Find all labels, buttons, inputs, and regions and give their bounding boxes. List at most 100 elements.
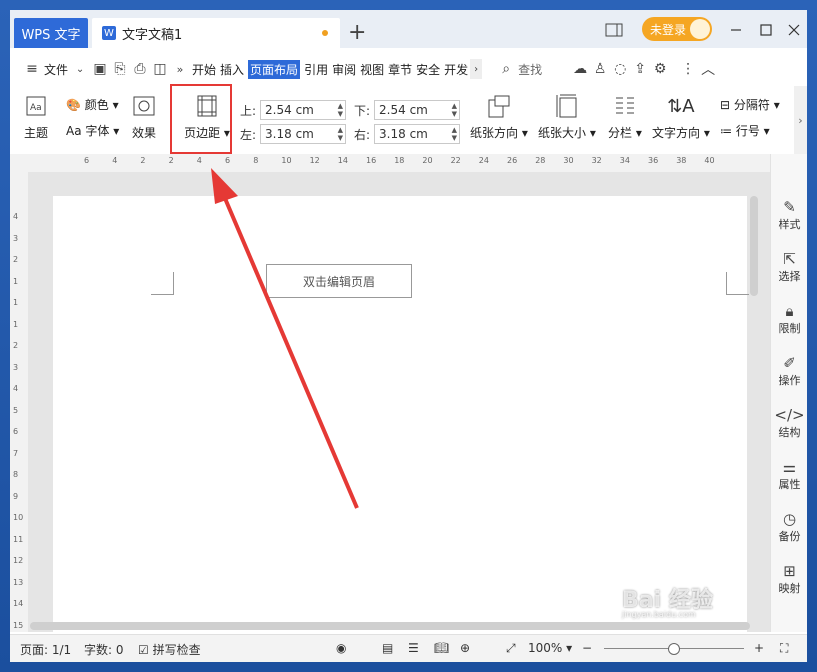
- ruler-tick-label: 40: [704, 156, 715, 165]
- window-switch-icon[interactable]: [602, 20, 626, 40]
- side-restrict-button[interactable]: 🔒︎ 限制: [771, 302, 807, 336]
- margin-left-field[interactable]: 左: 3.18 cm ▲ ▼: [240, 124, 347, 144]
- vertical-scrollbar[interactable]: [750, 196, 758, 296]
- close-icon[interactable]: [784, 20, 804, 40]
- document-page[interactable]: 双击编辑页眉: [53, 196, 749, 636]
- page-size-button[interactable]: 纸张大小 ▾: [538, 94, 596, 141]
- theme-button[interactable]: Aa 主题: [24, 94, 48, 141]
- map-icon: ⊞: [783, 562, 796, 580]
- orientation-button[interactable]: 纸张方向 ▾: [470, 94, 528, 141]
- login-button[interactable]: 未登录: [642, 17, 712, 41]
- scroll-tabs-right-icon[interactable]: ›: [470, 59, 483, 79]
- reading-view-icon[interactable]: 📖︎: [434, 641, 449, 655]
- wps-window: WPS 文字 W 文字文稿1 + 未登录 ≡ 文件 ⌄ ▣ ⎘ ⎙ ◫ » 开始…: [10, 10, 807, 662]
- print-icon[interactable]: ⎙: [130, 59, 150, 79]
- menu-tab-developer[interactable]: 开发: [444, 61, 468, 78]
- page-view-icon[interactable]: ▤: [382, 641, 393, 655]
- chevron-down-icon[interactable]: ⌄: [70, 59, 90, 79]
- horizontal-scrollbar[interactable]: [30, 622, 750, 630]
- margin-bottom-field[interactable]: 下: 2.54 cm ▲ ▼: [354, 100, 461, 120]
- margin-left-value[interactable]: 3.18 cm: [265, 127, 314, 141]
- spinner-icon[interactable]: ▲ ▼: [338, 102, 343, 118]
- zoom-in-button[interactable]: +: [754, 641, 764, 655]
- export-icon[interactable]: ⎘: [110, 59, 130, 79]
- menu-tab-review[interactable]: 审阅: [332, 61, 356, 78]
- side-action-button[interactable]: ✐ 操作: [771, 354, 807, 388]
- eye-icon[interactable]: ◉: [336, 641, 346, 655]
- side-properties-button[interactable]: ⚌ 属性: [771, 458, 807, 492]
- side-panel: ✎ 样式 ⇱ 选择 🔒︎ 限制 ✐ 操作 </> 结构 ⚌ 属性 ◷ 备份 ⊞ 映射: [770, 154, 807, 632]
- new-tab-button[interactable]: +: [348, 22, 366, 44]
- ruler-tick-label: 10: [13, 513, 24, 522]
- spinner-icon[interactable]: ▲ ▼: [452, 126, 457, 142]
- menu-tab-security[interactable]: 安全: [416, 61, 440, 78]
- minimize-icon[interactable]: [726, 20, 746, 40]
- menu-tab-section[interactable]: 章节: [388, 61, 412, 78]
- spinner-icon[interactable]: ▲ ▼: [452, 102, 457, 118]
- spinner-icon[interactable]: ▲ ▼: [338, 126, 343, 142]
- menu-tab-reference[interactable]: 引用: [304, 61, 328, 78]
- menu-tab-layout[interactable]: 页面布局: [248, 59, 301, 79]
- ruler-tick-label: 8: [13, 470, 19, 479]
- web-view-icon[interactable]: ⊕: [460, 641, 470, 655]
- cloud-icon[interactable]: ☁: [570, 59, 590, 79]
- zoom-out-button[interactable]: −: [582, 641, 592, 655]
- tab-wps-home[interactable]: WPS 文字: [14, 18, 88, 48]
- share-user-icon[interactable]: ♙: [590, 59, 610, 79]
- columns-button[interactable]: 分栏 ▾: [608, 94, 642, 141]
- margin-bottom-label: 下:: [354, 103, 371, 118]
- search-label[interactable]: 查找: [518, 61, 542, 78]
- zoom-dropdown[interactable]: 100% ▾: [528, 641, 572, 655]
- margin-top-field[interactable]: 上: 2.54 cm ▲ ▼: [240, 100, 347, 120]
- ruler-tick-label: 18: [394, 156, 405, 165]
- maximize-icon[interactable]: [756, 20, 776, 40]
- side-label: 限制: [778, 322, 801, 335]
- spell-check-toggle[interactable]: ☑ 拼写检查: [138, 641, 201, 658]
- save-icon[interactable]: ▣: [90, 59, 110, 79]
- effect-button[interactable]: 效果: [132, 94, 156, 141]
- header-edit-hint[interactable]: 双击编辑页眉: [266, 264, 412, 298]
- hamburger-icon[interactable]: ≡: [22, 59, 42, 79]
- margin-bottom-value[interactable]: 2.54 cm: [379, 103, 428, 117]
- ruler-tick-label: 6: [13, 427, 19, 436]
- print-preview-icon[interactable]: ◫: [150, 59, 170, 79]
- collapse-ribbon-icon[interactable]: ︿: [698, 59, 718, 79]
- ruler-tick-label: 2: [13, 341, 19, 350]
- ribbon-scroll-right-icon[interactable]: ›: [794, 86, 807, 154]
- color-label: 颜色: [84, 98, 109, 112]
- text-direction-button[interactable]: ⇅A 文字方向 ▾: [652, 94, 710, 141]
- margin-right-field[interactable]: 右: 3.18 cm ▲ ▼: [354, 124, 461, 144]
- menu-tab-view[interactable]: 视图: [360, 61, 384, 78]
- side-backup-button[interactable]: ◷ 备份: [771, 510, 807, 544]
- separator-button[interactable]: ⊟ 分隔符 ▾: [720, 96, 780, 113]
- menu-file[interactable]: 文件: [44, 61, 68, 78]
- more-options-icon[interactable]: ⋮: [678, 59, 698, 79]
- highlight-box: [170, 84, 232, 154]
- color-button[interactable]: 🎨 颜色 ▾: [66, 96, 119, 113]
- svg-text:Aa: Aa: [30, 103, 42, 113]
- margin-top-value[interactable]: 2.54 cm: [265, 103, 314, 117]
- search-icon[interactable]: ⌕: [496, 59, 516, 79]
- outline-view-icon[interactable]: ☰: [408, 641, 419, 655]
- page-count[interactable]: 页面: 1/1: [20, 641, 71, 658]
- margin-right-value[interactable]: 3.18 cm: [379, 127, 428, 141]
- fullscreen-icon[interactable]: ⛶: [780, 641, 788, 656]
- more-icon[interactable]: »: [170, 59, 190, 79]
- menu-tab-insert[interactable]: 插入: [220, 61, 244, 78]
- settings-icon[interactable]: ⚙: [650, 59, 670, 79]
- line-number-button[interactable]: ≔ 行号 ▾: [720, 122, 770, 139]
- tab-document[interactable]: W 文字文稿1: [92, 18, 340, 48]
- zoom-slider-handle[interactable]: [668, 643, 680, 655]
- word-count[interactable]: 字数: 0: [84, 641, 124, 658]
- share-icon[interactable]: ⇪: [630, 59, 650, 79]
- fit-page-icon[interactable]: ⤢: [506, 641, 516, 656]
- menu-tab-home[interactable]: 开始: [192, 61, 216, 78]
- side-structure-button[interactable]: </> 结构: [771, 406, 807, 440]
- side-map-button[interactable]: ⊞ 映射: [771, 562, 807, 596]
- side-styles-button[interactable]: ✎ 样式: [771, 198, 807, 232]
- ruler-tick-label: 28: [535, 156, 546, 165]
- effect-label: 效果: [132, 126, 157, 140]
- font-button[interactable]: Aa 字体 ▾: [66, 122, 119, 139]
- comment-icon[interactable]: ◌: [610, 59, 630, 79]
- side-select-button[interactable]: ⇱ 选择: [771, 250, 807, 284]
